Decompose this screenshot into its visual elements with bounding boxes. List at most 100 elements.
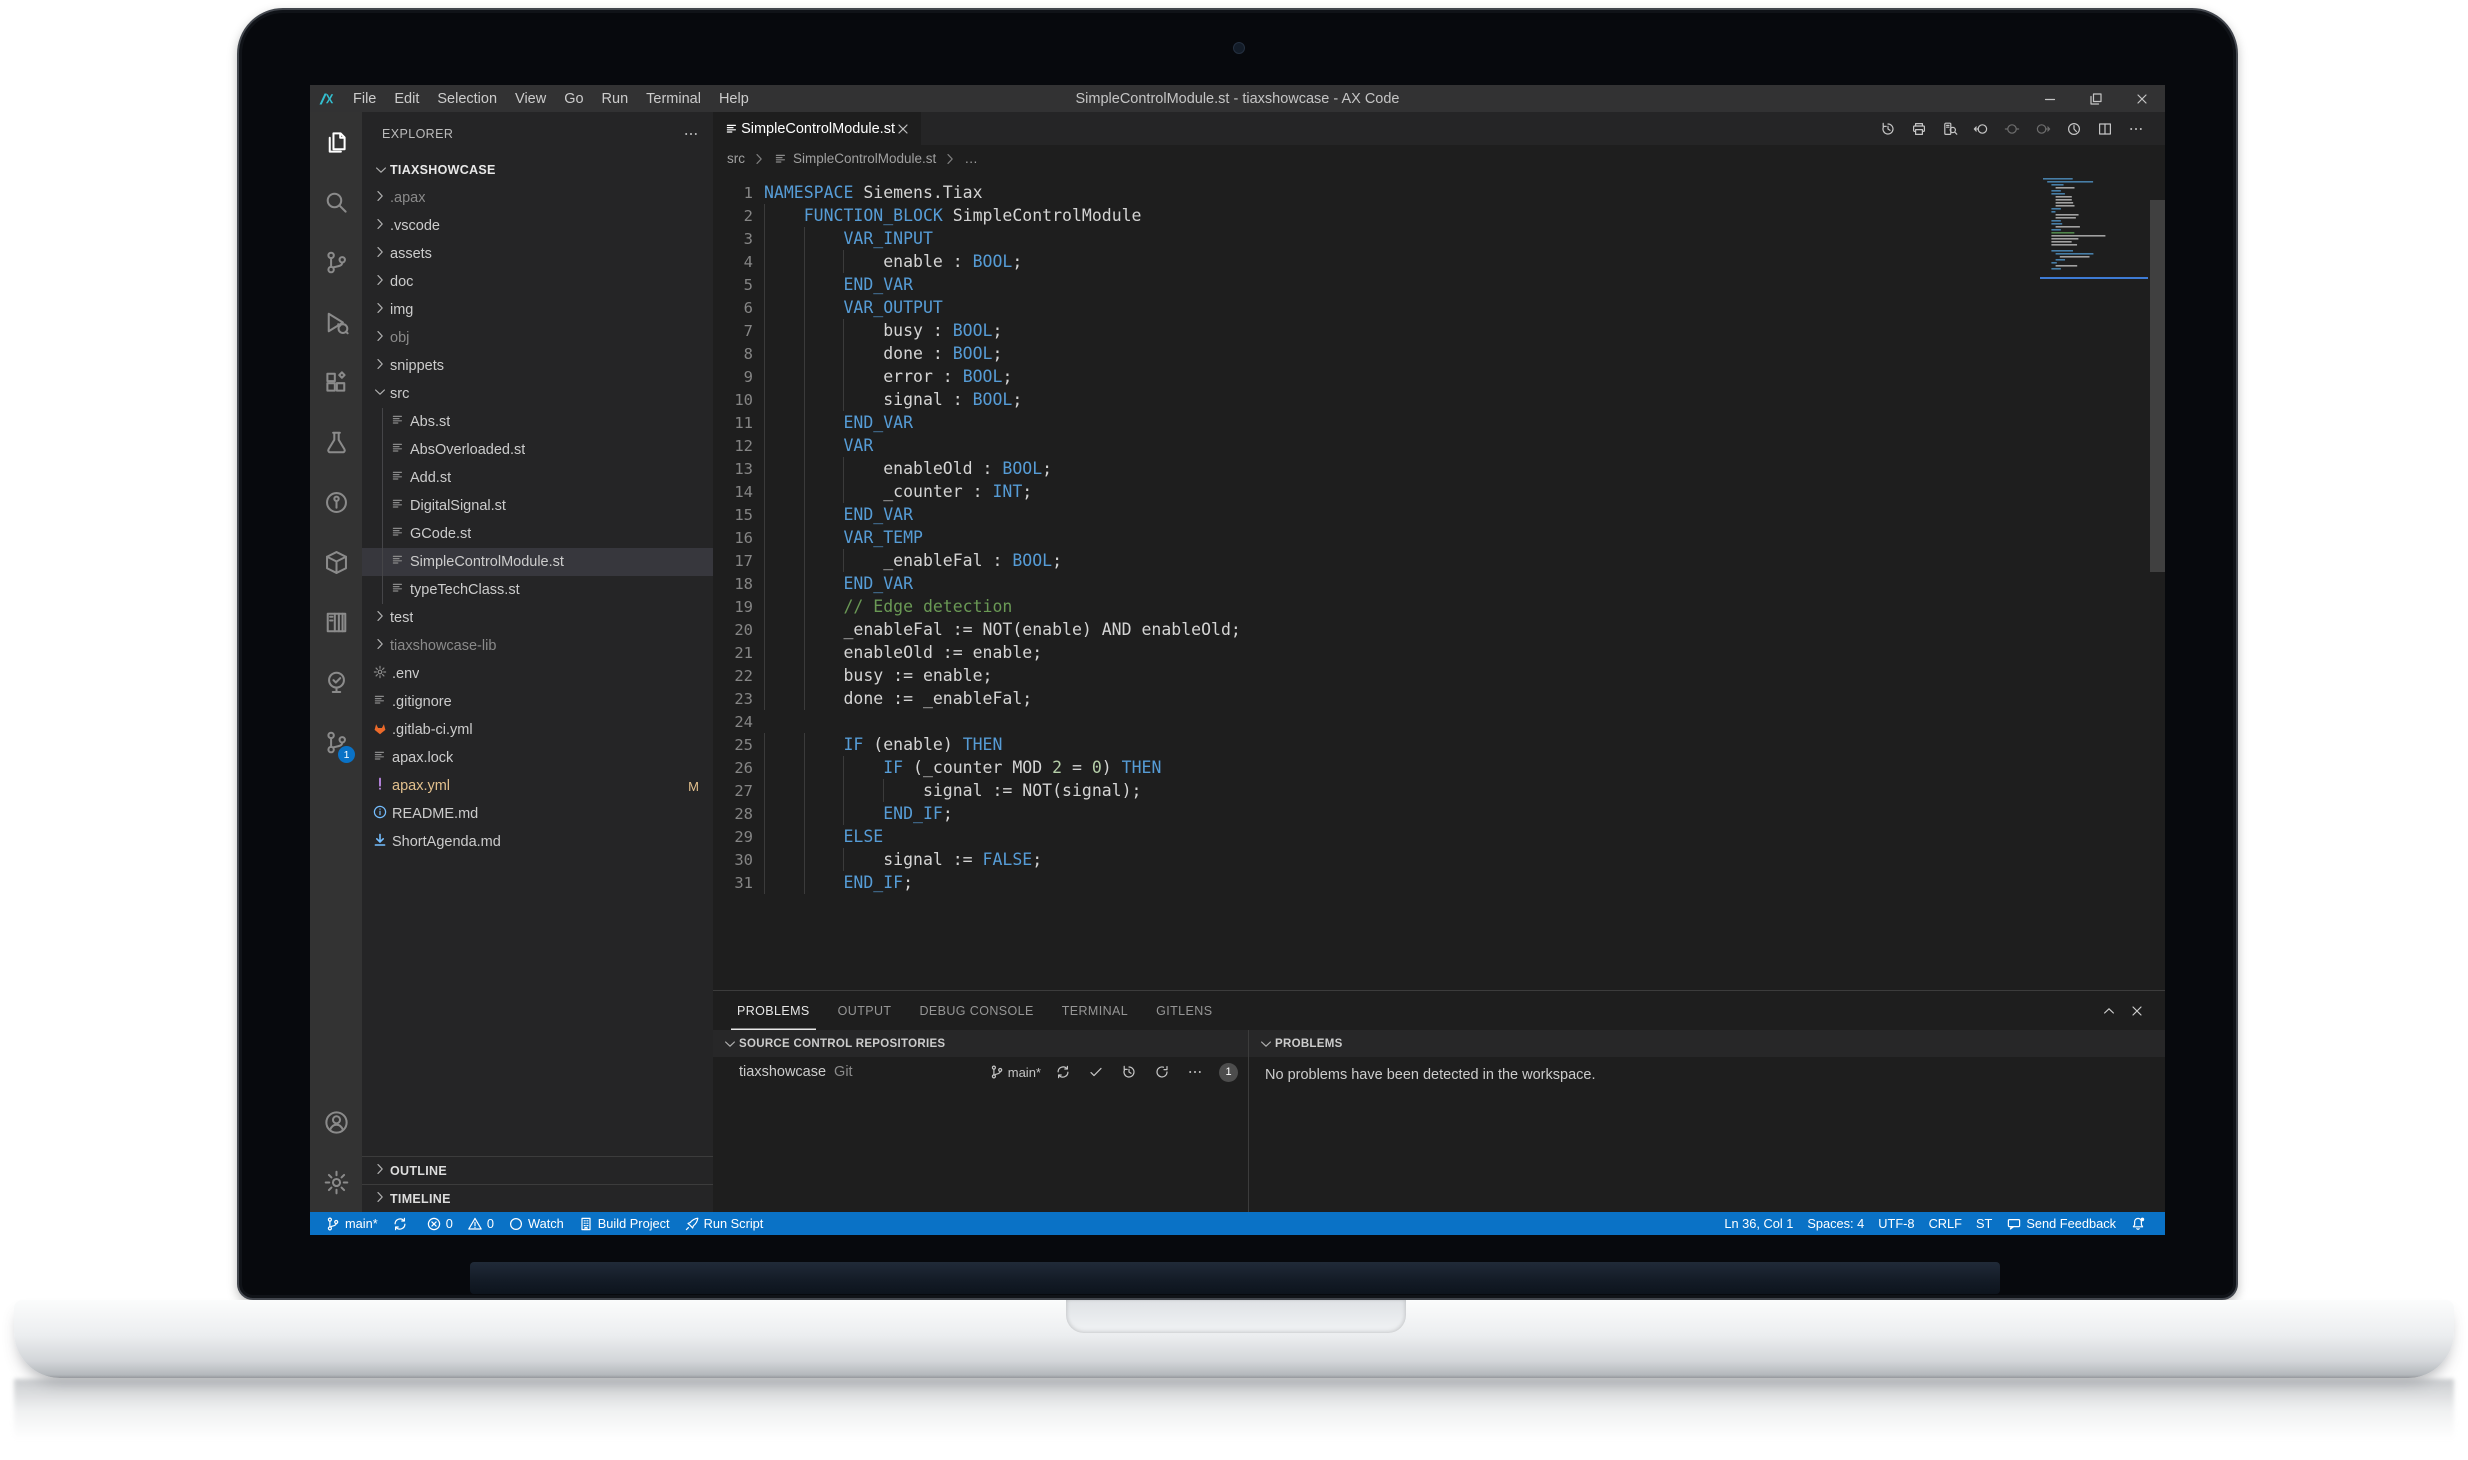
code-line-6[interactable]: 6VAR_OUTPUT: [713, 296, 2165, 319]
tree-file-shortagenda.md[interactable]: ShortAgenda.md: [362, 828, 713, 856]
code-line-22[interactable]: 22busy := enable;: [713, 664, 2165, 687]
code-line-7[interactable]: 7busy : BOOL;: [713, 319, 2165, 342]
tree-file-gcode.st[interactable]: GCode.st: [362, 520, 713, 548]
code-line-11[interactable]: 11END_VAR: [713, 411, 2165, 434]
activity-source-control-repositories[interactable]: 1: [310, 712, 362, 772]
code-line-13[interactable]: 13enableOld : BOOL;: [713, 457, 2165, 480]
status-warnings[interactable]: 0: [460, 1212, 501, 1235]
activity-extensions[interactable]: [310, 352, 362, 412]
tree-file-apax.lock[interactable]: apax.lock: [362, 744, 713, 772]
activity-accounts[interactable]: [310, 1092, 362, 1152]
menu-terminal[interactable]: Terminal: [637, 91, 710, 107]
tab-simplecontrolmodule[interactable]: SimpleControlModule.st: [713, 112, 921, 145]
tree-folder-test[interactable]: test: [362, 604, 713, 632]
split-editor-button[interactable]: [2089, 112, 2120, 145]
code-line-29[interactable]: 29ELSE: [713, 825, 2165, 848]
code-line-8[interactable]: 8done : BOOL;: [713, 342, 2165, 365]
tree-folder-.apax[interactable]: .apax: [362, 184, 713, 212]
tree-file-typetechclass.st[interactable]: typeTechClass.st: [362, 576, 713, 604]
print-button[interactable]: [1903, 112, 1934, 145]
status-eol[interactable]: CRLF: [1922, 1212, 1969, 1235]
tree-file-add.st[interactable]: Add.st: [362, 464, 713, 492]
tree-folder-tiaxshowcase-lib[interactable]: tiaxshowcase-lib: [362, 632, 713, 660]
tree-folder-doc[interactable]: doc: [362, 268, 713, 296]
tree-folder-snippets[interactable]: snippets: [362, 352, 713, 380]
code-line-24[interactable]: 24: [713, 710, 2165, 733]
restore-button[interactable]: [2073, 85, 2119, 112]
status-send-feedback[interactable]: Send Feedback: [1999, 1212, 2123, 1235]
maximize-panel-button[interactable]: [2095, 1003, 2123, 1019]
minimap[interactable]: [2040, 176, 2148, 292]
code-line-28[interactable]: 28END_IF;: [713, 802, 2165, 825]
scm-history-button[interactable]: [1114, 1064, 1147, 1080]
tree-folder-src[interactable]: src: [362, 380, 713, 408]
status-sync[interactable]: [385, 1212, 419, 1235]
activity-plc-devices[interactable]: [310, 592, 362, 652]
panel-tab-output[interactable]: OUTPUT: [832, 991, 898, 1030]
code-line-18[interactable]: 18END_VAR: [713, 572, 2165, 595]
menu-file[interactable]: File: [344, 91, 385, 107]
tree-file-.env[interactable]: .env: [362, 660, 713, 688]
code-line-2[interactable]: 2FUNCTION_BLOCK SimpleControlModule: [713, 204, 2165, 227]
problems-section-header[interactable]: PROBLEMS: [1249, 1030, 2165, 1057]
tree-file-readme.md[interactable]: README.md: [362, 800, 713, 828]
code-line-30[interactable]: 30signal := FALSE;: [713, 848, 2165, 871]
activity-source-control[interactable]: [310, 232, 362, 292]
section-outline[interactable]: OUTLINE: [362, 1156, 713, 1184]
code-line-27[interactable]: 27signal := NOT(signal);: [713, 779, 2165, 802]
status-watch[interactable]: Watch: [501, 1212, 571, 1235]
code-line-17[interactable]: 17_enableFal : BOOL;: [713, 549, 2165, 572]
activity-settings[interactable]: [310, 1152, 362, 1212]
panel-tab-problems[interactable]: PROBLEMS: [731, 991, 816, 1030]
breadcrumb-item-src[interactable]: src: [727, 151, 745, 166]
current-change-button[interactable]: [1996, 112, 2027, 145]
toggle-timer-button[interactable]: [2058, 112, 2089, 145]
section-timeline[interactable]: TIMELINE: [362, 1184, 713, 1212]
status-language-mode[interactable]: ST: [1969, 1212, 1999, 1235]
scm-more-button[interactable]: [1180, 1064, 1213, 1080]
menu-go[interactable]: Go: [555, 91, 592, 107]
breadcrumb-item-symbols[interactable]: …: [964, 151, 978, 166]
code-line-26[interactable]: 26IF (_counter MOD 2 = 0) THEN: [713, 756, 2165, 779]
status-build-project[interactable]: Build Project: [571, 1212, 677, 1235]
menu-selection[interactable]: Selection: [428, 91, 506, 107]
menu-view[interactable]: View: [506, 91, 555, 107]
menu-help[interactable]: Help: [710, 91, 758, 107]
status-run-script[interactable]: Run Script: [677, 1212, 771, 1235]
explorer-more-actions-icon[interactable]: [683, 126, 699, 142]
more-actions-button[interactable]: [2120, 112, 2151, 145]
code-line-9[interactable]: 9error : BOOL;: [713, 365, 2165, 388]
menu-run[interactable]: Run: [593, 91, 638, 107]
scm-section-header[interactable]: SOURCE CONTROL REPOSITORIES: [713, 1030, 1248, 1057]
previous-change-button[interactable]: [1965, 112, 1996, 145]
scm-commit-button[interactable]: [1081, 1064, 1114, 1080]
code-line-1[interactable]: 1NAMESPACE Siemens.Tiax: [713, 181, 2165, 204]
tree-file-simplecontrolmodule.st[interactable]: SimpleControlModule.st: [362, 548, 713, 576]
tree-file-apax.yml[interactable]: apax.ymlM: [362, 772, 713, 800]
code-editor[interactable]: 1NAMESPACE Siemens.Tiax2FUNCTION_BLOCK S…: [713, 172, 2165, 990]
panel-tab-terminal[interactable]: TERMINAL: [1056, 991, 1134, 1030]
menu-edit[interactable]: Edit: [385, 91, 428, 107]
breadcrumb-item-simplecontrolmodule.st[interactable]: SimpleControlModule.st: [773, 151, 936, 167]
scm-refresh-button[interactable]: [1147, 1064, 1180, 1080]
code-line-20[interactable]: 20_enableFal := NOT(enable) AND enableOl…: [713, 618, 2165, 641]
tree-file-digitalsignal.st[interactable]: DigitalSignal.st: [362, 492, 713, 520]
code-line-25[interactable]: 25IF (enable) THEN: [713, 733, 2165, 756]
activity-gitlens[interactable]: [310, 472, 362, 532]
status-errors[interactable]: 0: [419, 1212, 460, 1235]
tree-folder-obj[interactable]: obj: [362, 324, 713, 352]
code-line-10[interactable]: 10signal : BOOL;: [713, 388, 2165, 411]
code-line-16[interactable]: 16VAR_TEMP: [713, 526, 2165, 549]
tree-folder-.vscode[interactable]: .vscode: [362, 212, 713, 240]
activity-gitlens-inspect[interactable]: [310, 652, 362, 712]
close-panel-button[interactable]: [2123, 1003, 2151, 1019]
panel-tab-gitlens[interactable]: GITLENS: [1150, 991, 1218, 1030]
code-line-3[interactable]: 3VAR_INPUT: [713, 227, 2165, 250]
close-button[interactable]: [2119, 85, 2165, 112]
code-line-14[interactable]: 14_counter : INT;: [713, 480, 2165, 503]
repository-row[interactable]: tiaxshowcase Git main*1: [713, 1057, 1248, 1087]
close-icon[interactable]: [895, 121, 911, 137]
activity-testing[interactable]: [310, 412, 362, 472]
tree-file-abs.st[interactable]: Abs.st: [362, 408, 713, 436]
scm-sync-button[interactable]: [1048, 1064, 1081, 1080]
